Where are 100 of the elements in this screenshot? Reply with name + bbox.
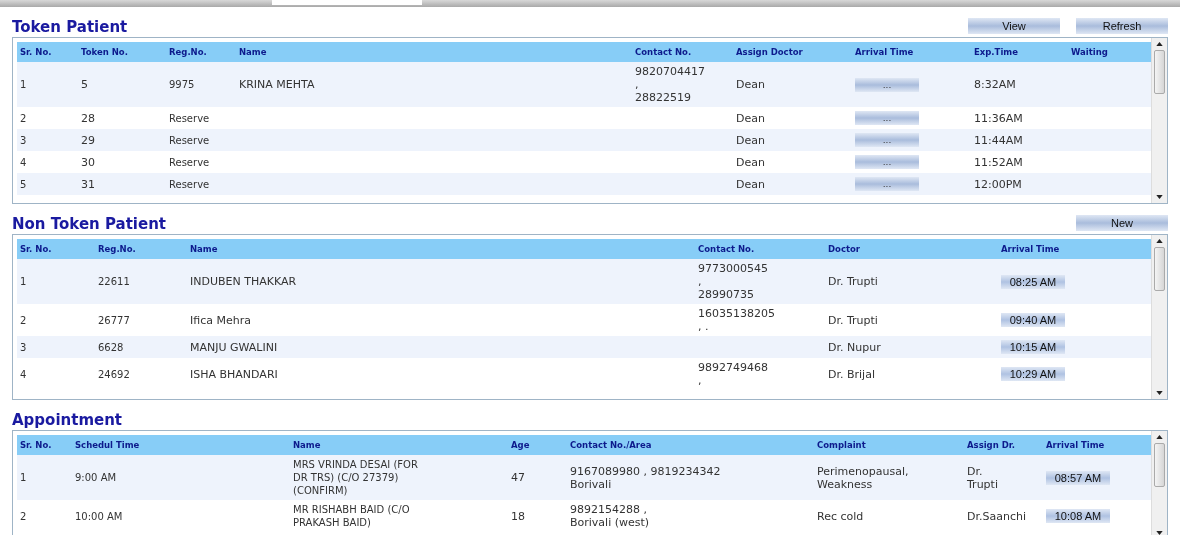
table-cell: Rec cold: [817, 509, 864, 523]
table-cell: Dean: [736, 155, 765, 169]
column-header: Contact No.: [697, 244, 756, 254]
table-cell: 1: [20, 275, 27, 288]
table-cell: 9892749468 ,: [698, 361, 768, 387]
column-header: Reg.No.: [97, 244, 137, 254]
table-cell: Dr. Trupti: [828, 313, 878, 327]
table-cell: Dean: [736, 78, 765, 91]
table-cell: 11:44AM: [974, 133, 1023, 147]
table-cell: 11:36AM: [974, 111, 1023, 125]
table-row[interactable]: 1 5 9975 KRINA MEHTA 9820704417 , 28822519 Dean ... 8:32AM: [17, 62, 1151, 107]
table-cell: 24692: [98, 367, 130, 381]
table-row[interactable]: 3 29 Reserve Dean ... 11:44AM: [17, 129, 1151, 151]
table-cell: 12:00PM: [974, 177, 1022, 191]
table-cell: ISHA BHANDARI: [190, 367, 278, 381]
table-cell: 30: [81, 155, 95, 169]
scroll-thumb[interactable]: [1154, 50, 1165, 94]
column-header: Sr. No.: [19, 440, 53, 450]
column-header: Arrival Time: [854, 47, 915, 57]
table-cell: KRINA MEHTA: [239, 78, 315, 91]
column-header: Contact No.: [634, 47, 693, 57]
table-cell: 3: [20, 340, 27, 354]
table-cell: Dr. Nupur: [828, 340, 881, 354]
table-cell: 18: [511, 509, 525, 523]
table-cell: 11:52AM: [974, 155, 1023, 169]
table-cell: 6628: [98, 340, 124, 354]
action-button[interactable]: Refresh: [1076, 18, 1168, 34]
table-cell: 5: [20, 177, 27, 191]
table-cell: 3: [20, 133, 27, 147]
table-cell: Dr. Brijal: [828, 367, 875, 381]
action-button[interactable]: New: [1076, 215, 1168, 231]
arrival-time[interactable]: 09:40 AM: [1001, 313, 1065, 327]
table-row[interactable]: 1 22611 INDUBEN THAKKAR 9773000545 , 28990735 Dr. Trupti 08:25 AM: [17, 259, 1151, 304]
table-cell: Perimenopausal, Weakness: [817, 464, 909, 491]
table-cell: 26777: [98, 313, 130, 327]
table-cell: 2: [20, 111, 27, 125]
table-cell: Reserve: [169, 111, 210, 125]
table-cell: Reserve: [169, 155, 210, 169]
scrollbar[interactable]: [1151, 431, 1167, 535]
arrival-button[interactable]: ...: [855, 155, 919, 169]
table-cell: 1: [20, 78, 27, 91]
arrival-time[interactable]: 08:57 AM: [1046, 470, 1110, 485]
table-cell: Dr. Trupti: [828, 275, 878, 288]
column-header: Doctor: [827, 244, 862, 254]
table-cell: 5: [81, 78, 88, 91]
table-cell: MANJU GWALINI: [190, 340, 278, 354]
column-header: Token No.: [80, 47, 129, 57]
section-title: Non Token Patient: [12, 215, 166, 234]
arrival-button[interactable]: ...: [855, 77, 919, 92]
table-cell: Dean: [736, 177, 765, 191]
column-header: Sr. No.: [19, 244, 53, 254]
scroll-down-icon[interactable]: [1156, 195, 1163, 199]
table-row[interactable]: 1 9:00 AM MRS VRINDA DESAI (FOR DR TRS) (C/O 27379) (CONFIRM) 47 9167089980 , 9819234342 Borivali Perimenopausal, Weakness Dr. Trupti 08:57 AM: [17, 455, 1151, 500]
scroll-up-icon[interactable]: [1156, 42, 1163, 46]
scroll-up-icon[interactable]: [1156, 239, 1163, 243]
table-cell: Dr.Saanchi: [967, 509, 1026, 523]
scroll-down-icon[interactable]: [1156, 531, 1163, 535]
scroll-down-icon[interactable]: [1156, 391, 1163, 395]
column-header: Assign Doctor: [735, 47, 804, 57]
table-cell: 9892154288 , Borivali (west): [570, 503, 650, 529]
column-header: Waiting: [1070, 47, 1109, 57]
column-header: Contact No./Area: [569, 440, 653, 450]
column-header: Assign Dr.: [966, 440, 1016, 450]
table-row[interactable]: 3 6628 MANJU GWALINI Dr. Nupur 10:15 AM: [17, 336, 1151, 358]
table-cell: 29: [81, 133, 95, 147]
table-cell: Dr. Trupti: [967, 464, 998, 491]
scroll-up-icon[interactable]: [1156, 435, 1163, 439]
column-header: Reg.No.: [168, 47, 208, 57]
table-row[interactable]: 5 31 Reserve Dean ... 12:00PM: [17, 173, 1151, 195]
scrollbar[interactable]: [1151, 38, 1167, 203]
column-header: Age: [510, 440, 531, 450]
table-cell: 10:00 AM: [75, 509, 123, 523]
arrival-button[interactable]: ...: [855, 111, 919, 125]
column-header: Sr. No.: [19, 47, 53, 57]
table-cell: MR RISHABH BAID (C/O PRAKASH BAID): [293, 503, 410, 529]
arrival-time[interactable]: 10:08 AM: [1046, 509, 1110, 523]
section-title: Appointment: [12, 411, 123, 430]
table-cell: 9975: [169, 78, 195, 91]
action-button[interactable]: View: [968, 18, 1060, 34]
arrival-time[interactable]: 08:25 AM: [1001, 274, 1065, 289]
arrival-time[interactable]: 10:29 AM: [1001, 367, 1065, 381]
column-header: Name: [292, 440, 322, 450]
table-cell: Dean: [736, 111, 765, 125]
scroll-thumb[interactable]: [1154, 443, 1165, 487]
table-cell: Reserve: [169, 177, 210, 191]
section-title: Token Patient: [12, 18, 128, 37]
table-cell: 2: [20, 509, 27, 523]
table-cell: 22611: [98, 275, 130, 288]
table-cell: 1: [20, 471, 27, 484]
scrollbar[interactable]: [1151, 235, 1167, 399]
column-header: Name: [189, 244, 219, 254]
table-cell: 4: [20, 367, 27, 381]
table-cell: Reserve: [169, 133, 210, 147]
scroll-thumb[interactable]: [1154, 247, 1165, 291]
arrival-button[interactable]: ...: [855, 133, 919, 147]
arrival-time[interactable]: 10:15 AM: [1001, 340, 1065, 354]
column-header: Arrival Time: [1045, 440, 1106, 450]
search-field[interactable]: [272, 0, 422, 5]
table-cell: MRS VRINDA DESAI (FOR DR TRS) (C/O 27379) (CONFIRM): [293, 458, 418, 497]
arrival-button[interactable]: ...: [855, 177, 919, 191]
